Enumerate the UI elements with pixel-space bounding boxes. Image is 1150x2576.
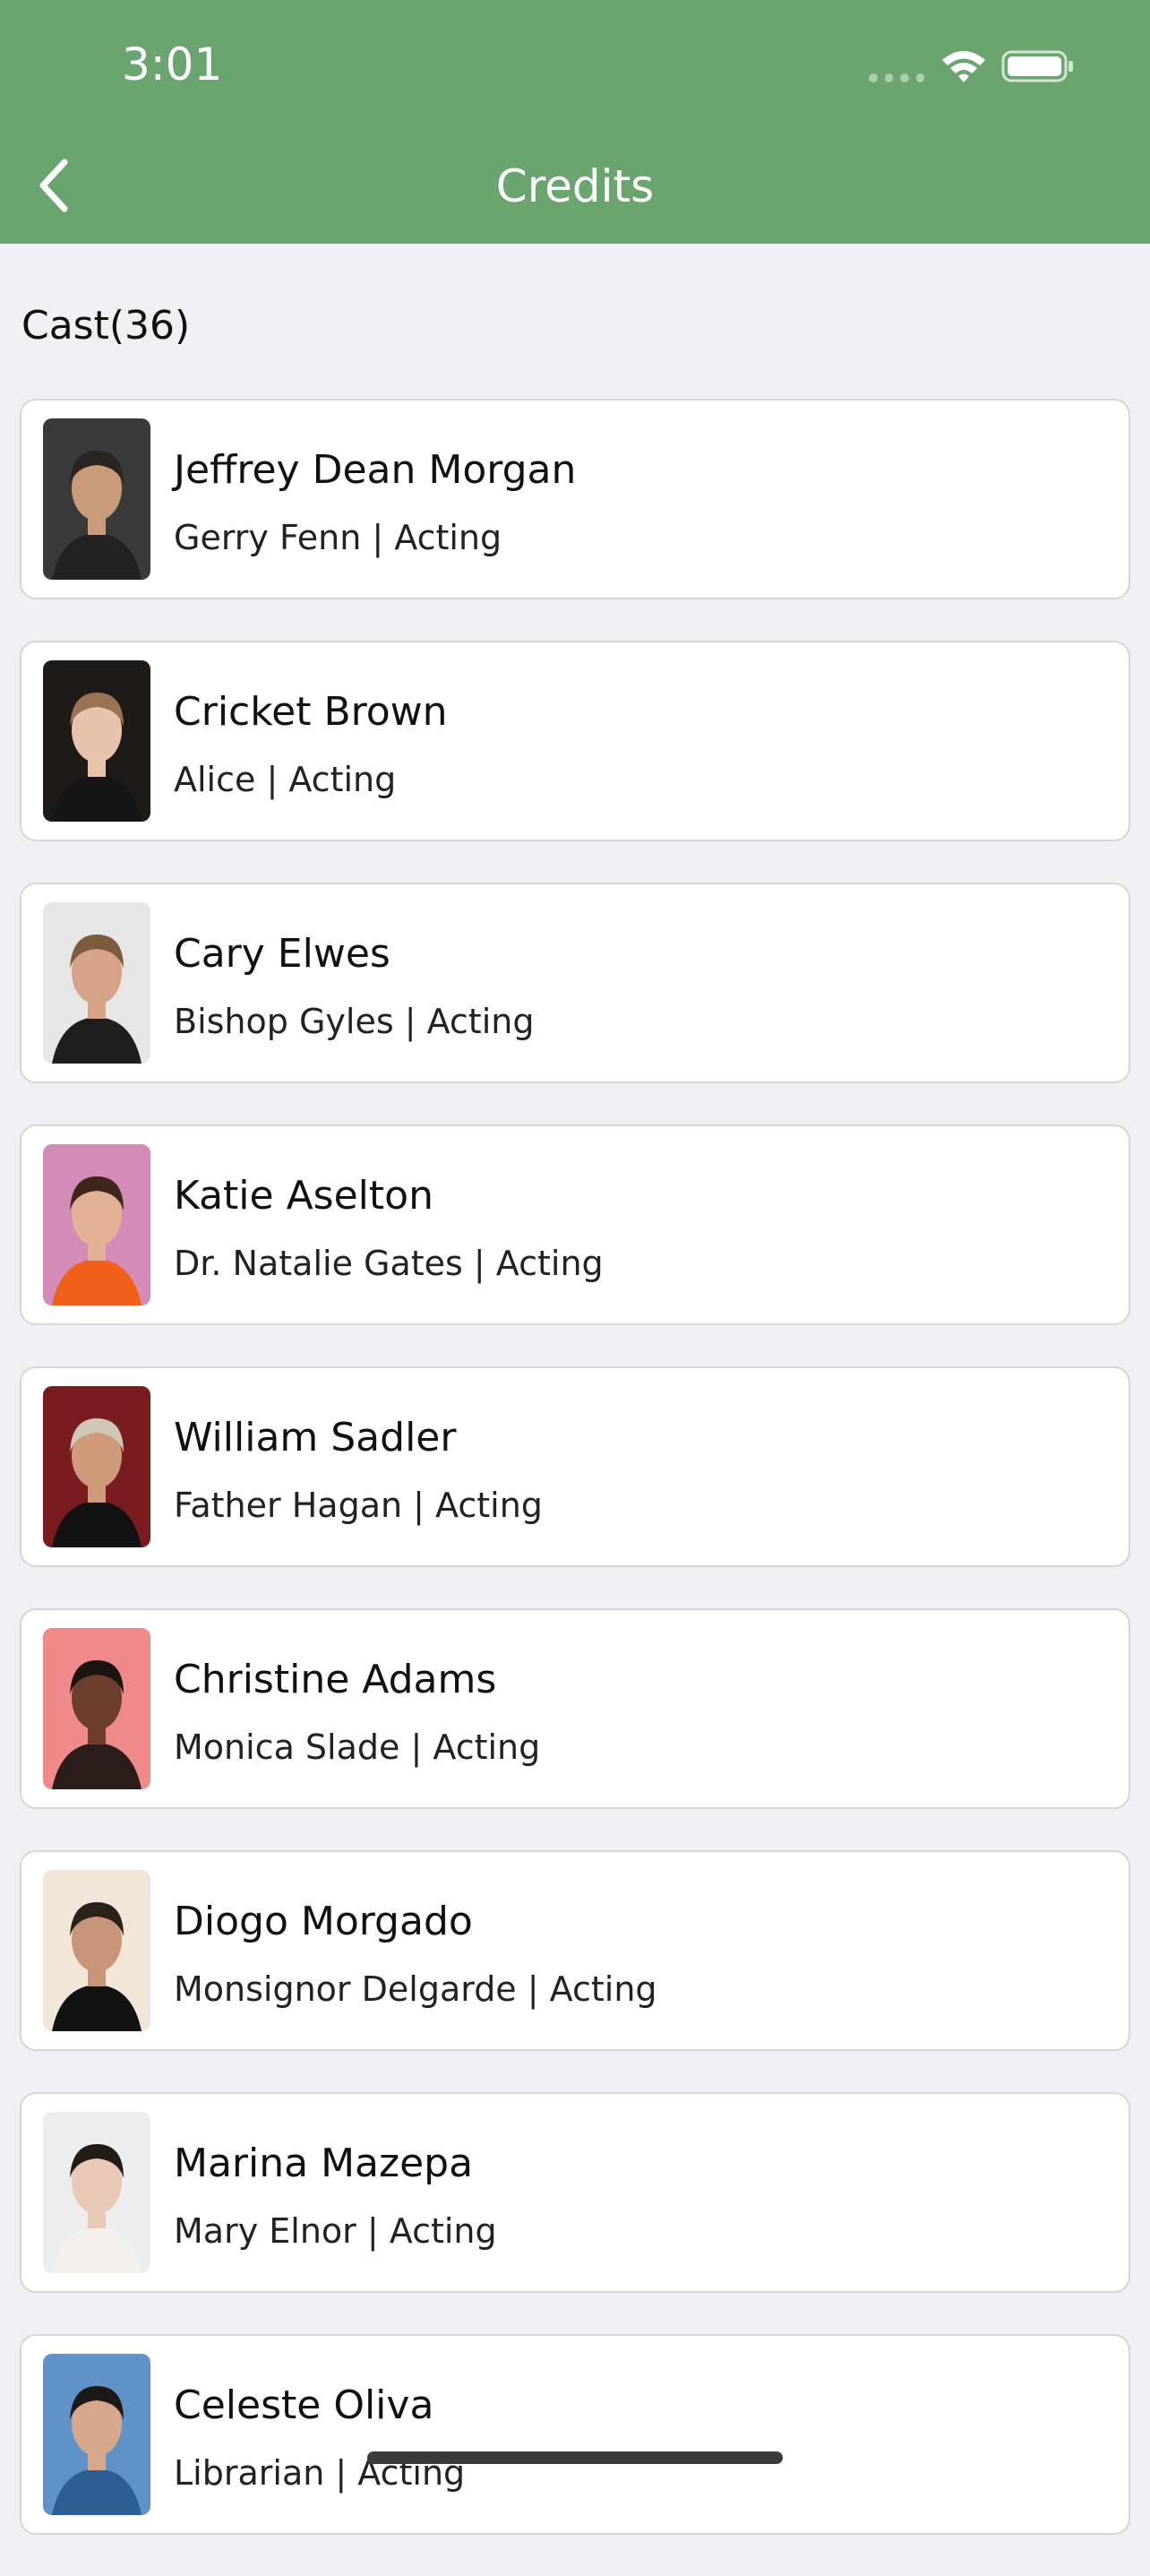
cast-name: Katie Aselton: [174, 1173, 433, 1219]
cast-photo: [43, 902, 150, 1064]
cast-list: Jeffrey Dean Morgan Gerry Fenn | Acting Cr…: [20, 399, 1130, 2576]
cast-photo: [43, 1144, 150, 1305]
cast-card[interactable]: Marina Mazepa Mary Elnor | Acting: [20, 2092, 1130, 2293]
cast-role: Gerry Fenn | Acting: [174, 518, 502, 557]
cellular-signal-icon: [869, 73, 924, 82]
cast-card[interactable]: Cary Elwes Bishop Gyles | Acting: [20, 883, 1130, 1083]
cast-photo: [43, 2112, 150, 2273]
cast-card[interactable]: Celeste Oliva Librarian | Acting: [20, 2334, 1130, 2535]
cast-name: Christine Adams: [174, 1657, 497, 1702]
cast-role: Monsignor Delgarde | Acting: [174, 1969, 657, 2009]
cast-name: Cricket Brown: [174, 689, 448, 735]
nav-bar: 3:01 Credits: [0, 0, 1150, 244]
cast-role: Dr. Natalie Gates | Acting: [174, 1244, 604, 1283]
cast-name: Marina Mazepa: [174, 2141, 474, 2186]
cast-photo: [43, 1628, 150, 1789]
cast-photo: [43, 418, 150, 580]
cast-photo: [43, 1870, 150, 2031]
cast-card[interactable]: Christine Adams Monica Slade | Acting: [20, 1608, 1130, 1809]
cast-card[interactable]: Cricket Brown Alice | Acting: [20, 641, 1130, 841]
cast-role: Bishop Gyles | Acting: [174, 1002, 535, 1041]
wifi-icon: [942, 51, 985, 82]
cast-card[interactable]: William Sadler Father Hagan | Acting: [20, 1366, 1130, 1567]
cast-section-title: Cast(36): [21, 303, 191, 349]
cast-card[interactable]: Katie Aselton Dr. Natalie Gates | Acting: [20, 1124, 1130, 1325]
cast-role: Father Hagan | Acting: [174, 1486, 543, 1525]
cast-name: William Sadler: [174, 1415, 457, 1460]
cast-name: Diogo Morgado: [174, 1899, 473, 1944]
page-title: Credits: [495, 160, 655, 212]
cast-name: Cary Elwes: [174, 931, 390, 977]
cast-role: Monica Slade | Acting: [174, 1727, 541, 1767]
cast-name: Jeffrey Dean Morgan: [174, 447, 577, 493]
status-time: 3:01: [122, 39, 223, 90]
cast-card[interactable]: Jeffrey Dean Morgan Gerry Fenn | Acting: [20, 399, 1130, 599]
cast-card[interactable]: Diogo Morgado Monsignor Delgarde | Acting: [20, 1850, 1130, 2051]
cast-role: Alice | Acting: [174, 760, 397, 799]
cast-photo: [43, 660, 150, 822]
cast-name: Celeste Oliva: [174, 2382, 434, 2428]
battery-icon: [1001, 50, 1073, 82]
cast-photo: [43, 2354, 150, 2515]
home-indicator: [367, 2451, 783, 2464]
cast-role: Mary Elnor | Acting: [174, 2211, 497, 2251]
cast-photo: [43, 1386, 150, 1547]
